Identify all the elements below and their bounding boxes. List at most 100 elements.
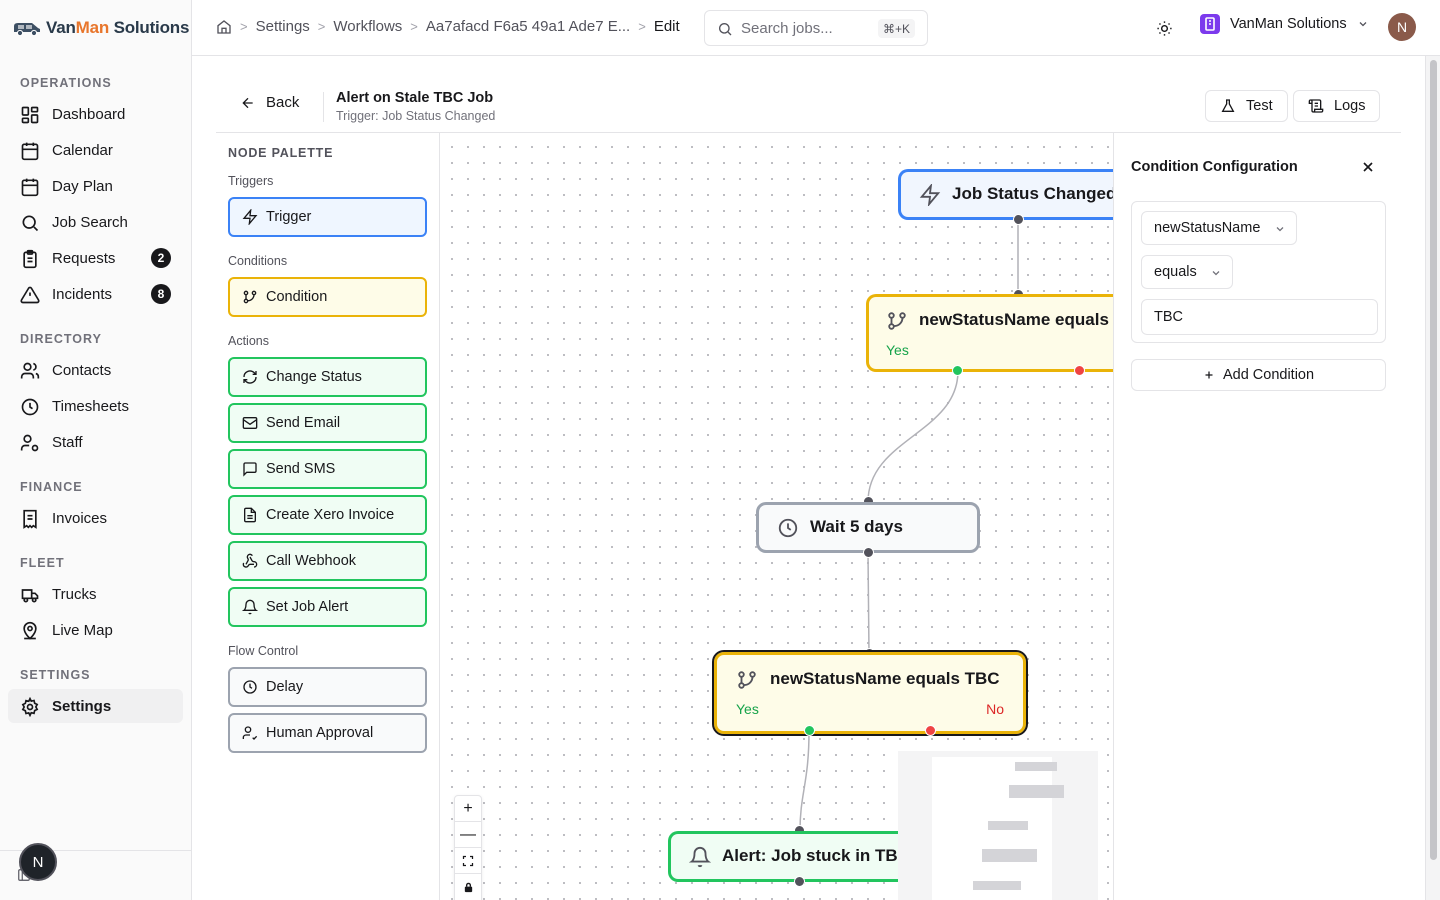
sidebar-item-label: Job Search [52, 213, 128, 231]
scrollbar[interactable] [1425, 56, 1440, 900]
sidebar-item-requests[interactable]: Requests 2 [8, 241, 183, 275]
palette-item-trigger[interactable]: Trigger [228, 197, 427, 237]
logs-button[interactable]: Logs [1293, 90, 1381, 122]
nav-section-settings: SETTINGS [20, 668, 91, 682]
palette-group-triggers: Triggers [228, 174, 274, 188]
sidebar-item-settings[interactable]: Settings [8, 689, 183, 723]
palette-item-label: Change Status [266, 369, 362, 385]
sidebar-item-live-map[interactable]: Live Map [8, 613, 183, 647]
minimap[interactable] [898, 751, 1098, 900]
building-icon [1200, 14, 1220, 34]
palette-item-create-xero-invoice[interactable]: Create Xero Invoice [228, 495, 427, 535]
search-input[interactable]: Search jobs... ⌘+K [704, 10, 928, 46]
sidebar-item-dashboard[interactable]: Dashboard [8, 97, 183, 131]
sidebar-item-label: Invoices [52, 509, 108, 527]
org-switcher[interactable]: VanMan Solutions [1200, 14, 1369, 34]
chevron-down-icon [1212, 271, 1220, 276]
close-icon[interactable] [1360, 159, 1376, 175]
node-label: Wait 5 days [810, 517, 903, 536]
sidebar-item-invoices[interactable]: Invoices [8, 501, 183, 535]
file-text-icon [244, 507, 256, 523]
sidebar-item-job-search[interactable]: Job Search [8, 205, 183, 239]
sidebar-item-contacts[interactable]: Contacts [8, 353, 183, 387]
node-set-job-alert[interactable]: Alert: Job stuck in TBC [668, 831, 918, 882]
scrollbar-thumb[interactable] [1430, 60, 1437, 860]
brand-logo[interactable]: VanMan Solutions [12, 14, 189, 42]
palette-item-change-status[interactable]: Change Status [228, 357, 427, 397]
top-bar: > Settings > Workflows > Aa7afacd F6a5 4… [192, 0, 1440, 56]
lock-button[interactable] [455, 874, 481, 900]
sidebar-item-day-plan[interactable]: Day Plan [8, 169, 183, 203]
handle-delay-out[interactable] [863, 547, 874, 558]
sun-icon[interactable] [1156, 20, 1173, 37]
user-cog-icon [20, 434, 39, 452]
add-condition-button[interactable]: Add Condition [1131, 359, 1386, 391]
sidebar: VanMan Solutions OPERATIONS Dashboard Ca… [0, 0, 192, 900]
value-input[interactable]: TBC [1141, 299, 1378, 335]
node-condition-2-selected[interactable]: newStatusName equals TBC Yes No [712, 650, 1028, 736]
breadcrumb-workflows[interactable]: Workflows [333, 18, 402, 35]
palette-item-condition[interactable]: Condition [228, 277, 427, 317]
sidebar-item-label: Timesheets [52, 397, 129, 415]
handle-condition1-no[interactable] [1074, 365, 1085, 376]
operator-select[interactable]: equals [1141, 255, 1233, 289]
avatar[interactable]: N [1388, 13, 1416, 41]
sidebar-item-label: Trucks [52, 585, 97, 603]
chevron-right-icon: > [317, 19, 326, 34]
test-label: Test [1246, 98, 1273, 114]
sidebar-item-timesheets[interactable]: Timesheets [8, 389, 183, 423]
breadcrumb-settings[interactable]: Settings [256, 18, 310, 35]
palette-item-send-sms[interactable]: Send SMS [228, 449, 427, 489]
search-shortcut: ⌘+K [877, 19, 915, 38]
minimap-node [1009, 785, 1064, 798]
handle-trigger-out[interactable] [1013, 214, 1024, 225]
handle-condition2-yes[interactable] [804, 725, 815, 736]
node-delay[interactable]: Wait 5 days [756, 502, 980, 553]
back-button[interactable]: Back [240, 94, 299, 111]
node-condition-1[interactable]: newStatusName equals TBC Yes [866, 294, 1113, 372]
sidebar-item-calendar[interactable]: Calendar [8, 133, 183, 167]
zap-icon [242, 209, 258, 225]
palette-group-flow-control: Flow Control [228, 644, 299, 658]
yes-branch-label: Yes [886, 342, 909, 358]
handle-condition1-yes[interactable] [952, 365, 963, 376]
sidebar-item-staff[interactable]: Staff [8, 425, 183, 459]
workflow-canvas[interactable]: Job Status Changed newStatusName equals … [440, 133, 1113, 900]
sidebar-item-trucks[interactable]: Trucks [8, 577, 183, 611]
clock-icon [21, 398, 39, 416]
scroll-text-icon [1308, 99, 1324, 113]
nav-section-finance: FINANCE [20, 480, 83, 494]
map-pin-icon [23, 621, 37, 640]
zoom-out-button[interactable]: — [455, 822, 481, 848]
handle-condition2-no[interactable] [925, 725, 936, 736]
calendar-days-icon [21, 178, 39, 197]
palette-item-label: Delay [266, 679, 304, 695]
palette-item-label: Send Email [266, 415, 341, 431]
field-select[interactable]: newStatusName [1141, 211, 1297, 245]
condition-config-panel: Condition Configuration newStatusName eq… [1113, 133, 1401, 900]
palette-item-delay[interactable]: Delay [228, 667, 427, 707]
logs-label: Logs [1334, 98, 1366, 114]
palette-item-set-job-alert[interactable]: Set Job Alert [228, 587, 427, 627]
palette-group-actions: Actions [228, 334, 269, 348]
chevron-right-icon: > [638, 19, 646, 34]
field-select-value: newStatusName [1154, 220, 1261, 236]
user-check-icon [242, 726, 258, 740]
test-button[interactable]: Test [1205, 90, 1288, 122]
node-trigger[interactable]: Job Status Changed [898, 169, 1113, 220]
user-menu-avatar[interactable]: N [19, 843, 57, 881]
palette-item-send-email[interactable]: Send Email [228, 403, 427, 443]
sidebar-item-incidents[interactable]: Incidents 8 [8, 277, 183, 311]
home-icon[interactable] [216, 19, 232, 35]
breadcrumb-workflow-id[interactable]: Aa7afacd F6a5 49a1 Ade7 E... [426, 18, 630, 35]
palette-item-call-webhook[interactable]: Call Webhook [228, 541, 427, 581]
minimap-node [1015, 762, 1057, 771]
org-name: VanMan Solutions [1230, 16, 1347, 32]
handle-alert-out[interactable] [794, 876, 805, 887]
edge-delay-condition2 [867, 552, 870, 655]
fit-view-button[interactable] [455, 848, 481, 874]
zoom-in-button[interactable]: + [455, 796, 481, 822]
palette-item-human-approval[interactable]: Human Approval [228, 713, 427, 753]
node-label: Job Status Changed [952, 184, 1113, 203]
palette-item-label: Send SMS [266, 461, 336, 477]
